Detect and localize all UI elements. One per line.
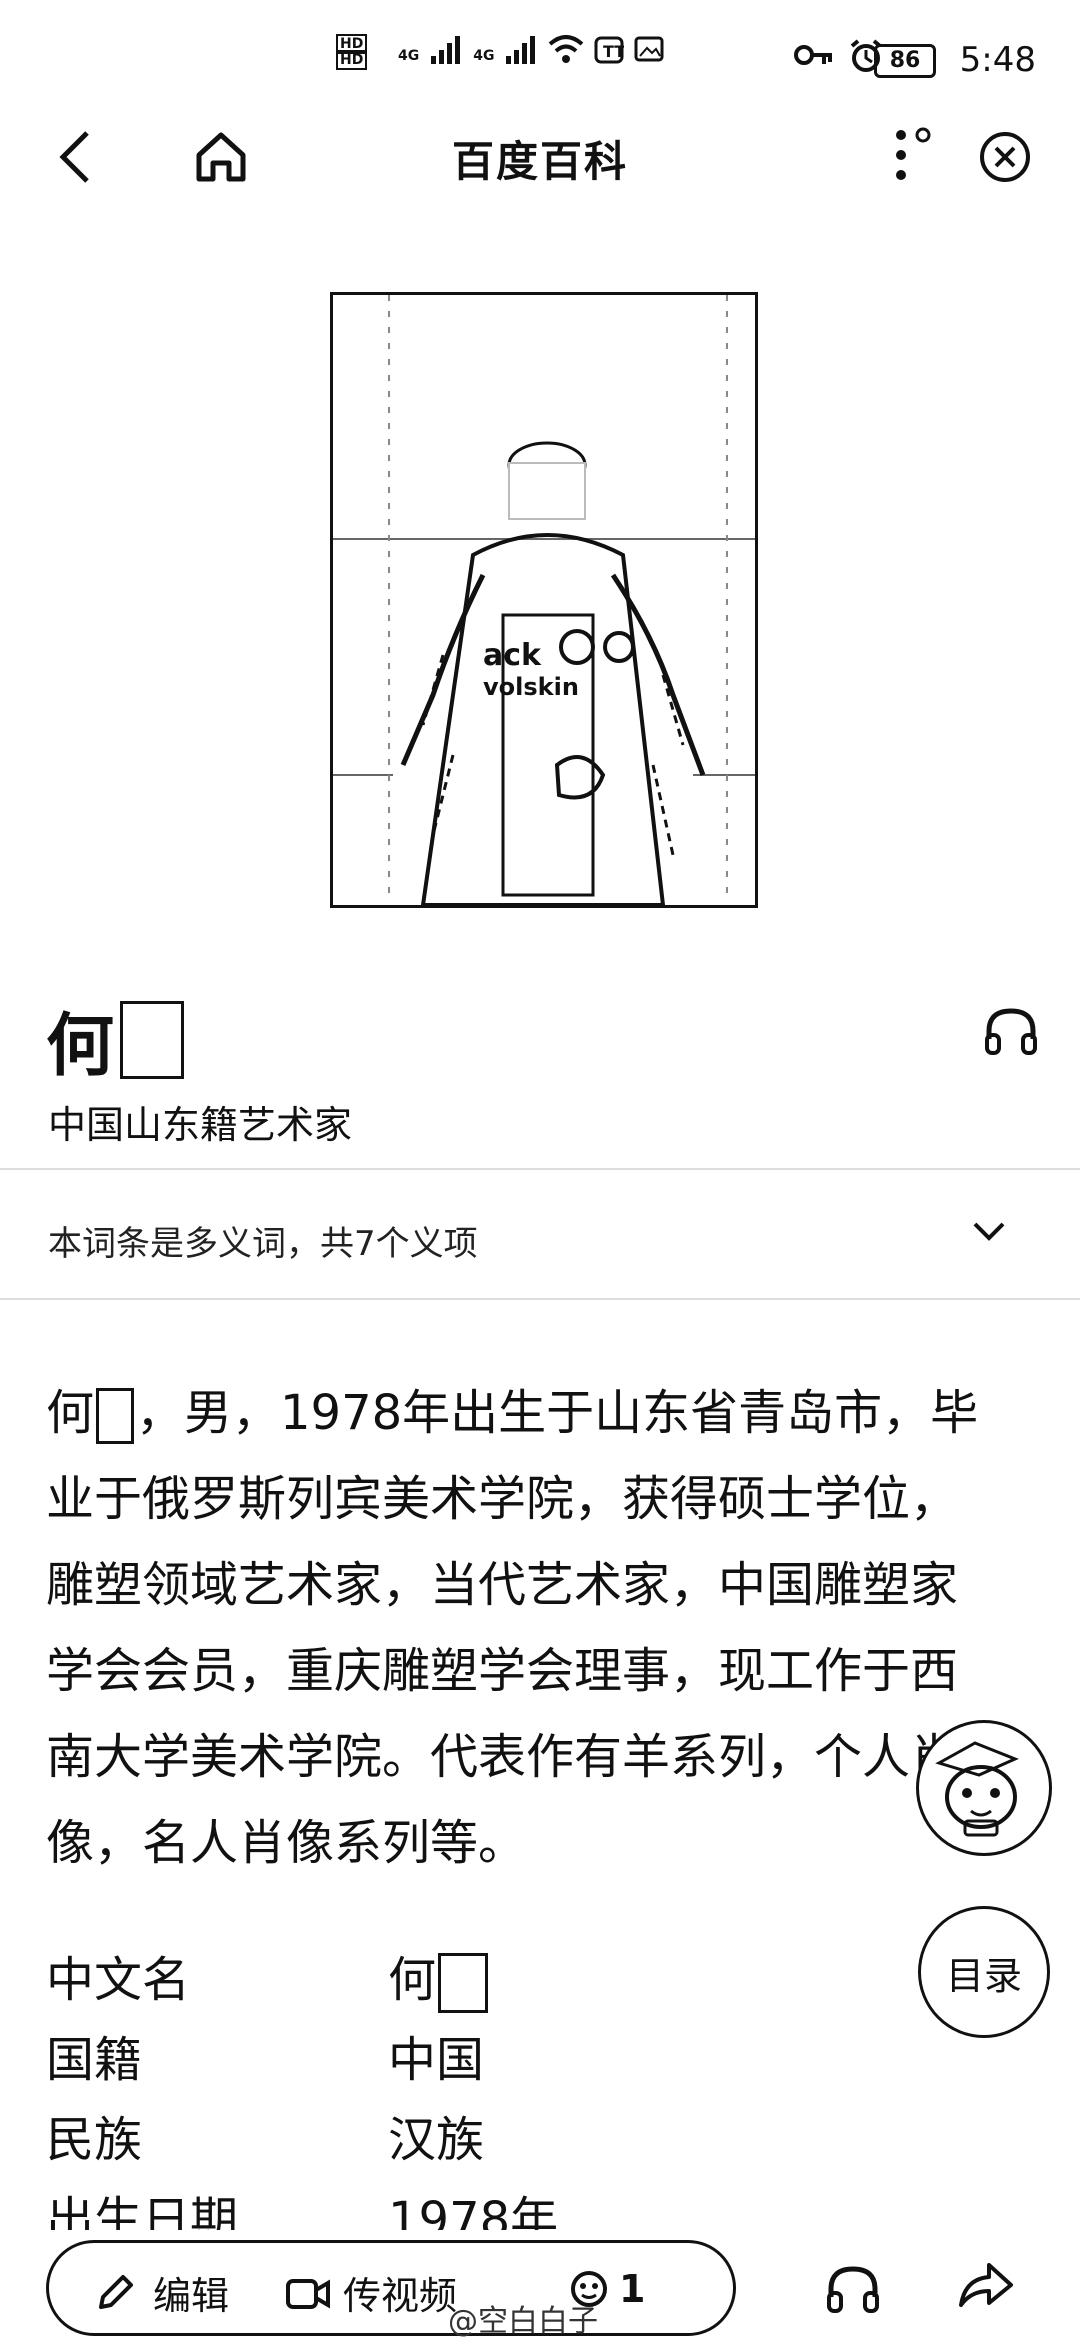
censored-character-box xyxy=(438,1953,489,2013)
article-title-text: 何 xyxy=(46,1007,115,1086)
watermark: @空白白子 xyxy=(448,2304,598,2339)
polysemy-expand-button[interactable] xyxy=(954,1196,1024,1266)
summary-line: 业于俄罗斯列宾美术学院，获得硕士学位， xyxy=(46,1471,959,1527)
headphones-icon xyxy=(827,2266,879,2313)
listen-bottom-button[interactable] xyxy=(818,2254,888,2324)
hd-badge-2: HD xyxy=(336,50,368,70)
article-summary: 何，男，1978年出生于山东省青岛市，毕 业于俄罗斯列宾美术学院，获得硕士学位，… xyxy=(46,1370,1046,1886)
summary-line: 雕塑领域艺术家，当代艺术家，中国雕塑家 xyxy=(46,1557,959,1613)
headphones-icon xyxy=(985,1008,1037,1055)
assistant-mascot-button[interactable] xyxy=(916,1720,1052,1856)
svg-text:ack: ack xyxy=(483,638,542,673)
signal-icon xyxy=(431,36,461,64)
info-key: 出生日期 xyxy=(46,2192,239,2230)
svg-text:TT: TT xyxy=(603,42,624,61)
article-subtitle: 中国山东籍艺术家 xyxy=(48,1103,353,1147)
chevron-down-icon xyxy=(973,1222,1005,1241)
info-row: 中文名 何 xyxy=(46,1940,558,2020)
info-table: 中文名 何 国籍 中国 民族 汉族 出生日期 1978年 xyxy=(46,1940,558,2230)
bottom-action-pill: 编辑 传视频 1 xyxy=(46,2240,736,2336)
pencil-icon xyxy=(99,2274,133,2309)
info-row: 出生日期 1978年 xyxy=(46,2180,558,2230)
info-key: 民族 xyxy=(46,2112,143,2168)
info-row: 国籍 中国 xyxy=(46,2020,558,2100)
battery-indicator: 86 xyxy=(874,44,936,78)
network-type-2: 4G xyxy=(473,48,495,64)
summary-line: 南大学美术学院。代表作有羊系列，个人肖 xyxy=(46,1729,959,1785)
edit-button[interactable]: 编辑 xyxy=(93,2265,229,2320)
summary-line: 学会会员，重庆雕塑学会理事，现工作于西 xyxy=(46,1643,959,1699)
notification-icon: TT xyxy=(594,36,624,64)
edit-label: 编辑 xyxy=(153,2274,230,2318)
status-network-area: HD HD xyxy=(336,34,368,70)
info-row: 民族 汉族 xyxy=(46,2100,558,2180)
wifi-icon xyxy=(549,35,584,63)
mascot-icon xyxy=(935,1741,1019,1837)
clock: 5:48 xyxy=(959,40,1036,80)
summary-line: 何，男，1978年出生于山东省青岛市，毕 xyxy=(46,1370,1046,1456)
image-notification-icon xyxy=(634,36,664,62)
info-value: 何 xyxy=(388,1940,489,2020)
video-camera-icon xyxy=(286,2278,330,2309)
info-value: 中国 xyxy=(388,2032,485,2088)
video-label: 传视频 xyxy=(343,2274,458,2318)
status-bar: HD HD 4G 4G TT 86 5:48 xyxy=(0,0,1080,110)
svg-text:volskin: volskin xyxy=(483,673,579,701)
network-type-1: 4G xyxy=(398,48,420,64)
upload-video-button[interactable]: 传视频 xyxy=(285,2265,457,2320)
info-value: 1978年 xyxy=(388,2192,559,2230)
polysemy-note[interactable]: 本词条是多义词，共7个义项 xyxy=(48,1216,478,1265)
more-button[interactable] xyxy=(876,120,946,190)
more-icon xyxy=(896,127,931,180)
info-value: 汉族 xyxy=(388,2112,485,2168)
censored-character-box xyxy=(96,1388,135,1444)
signal-icon-2 xyxy=(506,36,536,64)
info-key: 中文名 xyxy=(46,1952,191,2008)
article-title: 何 xyxy=(46,990,185,1089)
share-icon xyxy=(959,2263,1013,2307)
info-key: 国籍 xyxy=(46,2032,143,2088)
close-icon xyxy=(980,132,1030,182)
share-button[interactable] xyxy=(950,2250,1020,2320)
toc-button[interactable]: 目录 xyxy=(918,1906,1050,2038)
portrait-image[interactable]: ack volskin xyxy=(330,292,758,908)
divider xyxy=(0,1168,1080,1170)
divider-2 xyxy=(0,1298,1080,1300)
summary-line: 像，名人肖像系列等。 xyxy=(46,1815,527,1871)
censored-character-box xyxy=(120,1000,185,1079)
close-button[interactable] xyxy=(970,122,1040,192)
listen-button[interactable] xyxy=(976,996,1046,1066)
key-icon xyxy=(794,45,832,65)
person-photo: ack volskin xyxy=(333,295,755,905)
reaction-count: 1 xyxy=(619,2267,646,2311)
